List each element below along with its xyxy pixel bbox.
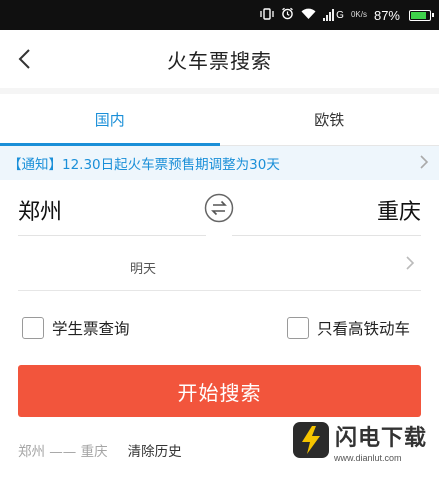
history-item[interactable]: 郑州 —— 重庆 [18,440,108,460]
route-selector: 郑州 重庆 [0,180,439,236]
wifi-icon [301,8,316,23]
departure-city[interactable]: 郑州 [18,194,62,226]
arrival-city[interactable]: 重庆 [377,194,421,226]
battery-percent: 87% [373,7,400,23]
student-checkbox[interactable] [22,317,44,339]
search-history: 郑州 —— 重庆 清除历史 [18,440,182,460]
nav-bar: 火车票搜索 [0,30,439,88]
signal-icon: G [323,9,344,21]
chevron-right-icon [405,255,415,275]
chevron-left-icon[interactable] [14,46,38,72]
notice-text: 【通知】12.30日起火车票预售期调整为30天 [8,157,280,173]
lightning-logo-icon [292,421,330,459]
alarm-icon [281,7,294,23]
divider [18,235,206,236]
watermark-name: 闪电下载 [335,426,428,451]
high-speed-only-option[interactable]: 只看高铁动车 [287,315,410,341]
watermark-url: www.dianlut.com [334,453,402,463]
high-speed-label: 只看高铁动车 [317,320,411,338]
status-bar: G 0K/s 87% [0,0,439,30]
tab-domestic[interactable]: 国内 [0,94,220,146]
high-speed-checkbox[interactable] [287,317,309,339]
chevron-right-icon [419,154,429,174]
page-title: 火车票搜索 [167,48,272,73]
start-search-button[interactable]: 开始搜索 [18,365,421,417]
watermark: 闪电下载 www.dianlut.com [292,420,432,470]
clear-history-button[interactable]: 清除历史 [128,440,182,460]
speed-label: 0K/s [350,10,367,19]
notice-banner[interactable]: 【通知】12.30日起火车票预售期调整为30天 [0,146,439,180]
swap-icon[interactable] [204,193,234,223]
divider [232,235,421,236]
tab-bar: 国内 欧铁 [0,94,439,146]
battery-icon [409,9,434,21]
network-type-label: G [336,10,344,21]
vibrate-icon [260,7,274,23]
date-selector[interactable]: 明天 [18,240,421,291]
student-ticket-label: 学生票查询 [52,320,130,338]
student-ticket-option[interactable]: 学生票查询 [22,315,130,341]
date-label: 明天 [130,262,157,277]
tab-europe-rail[interactable]: 欧铁 [220,94,439,145]
